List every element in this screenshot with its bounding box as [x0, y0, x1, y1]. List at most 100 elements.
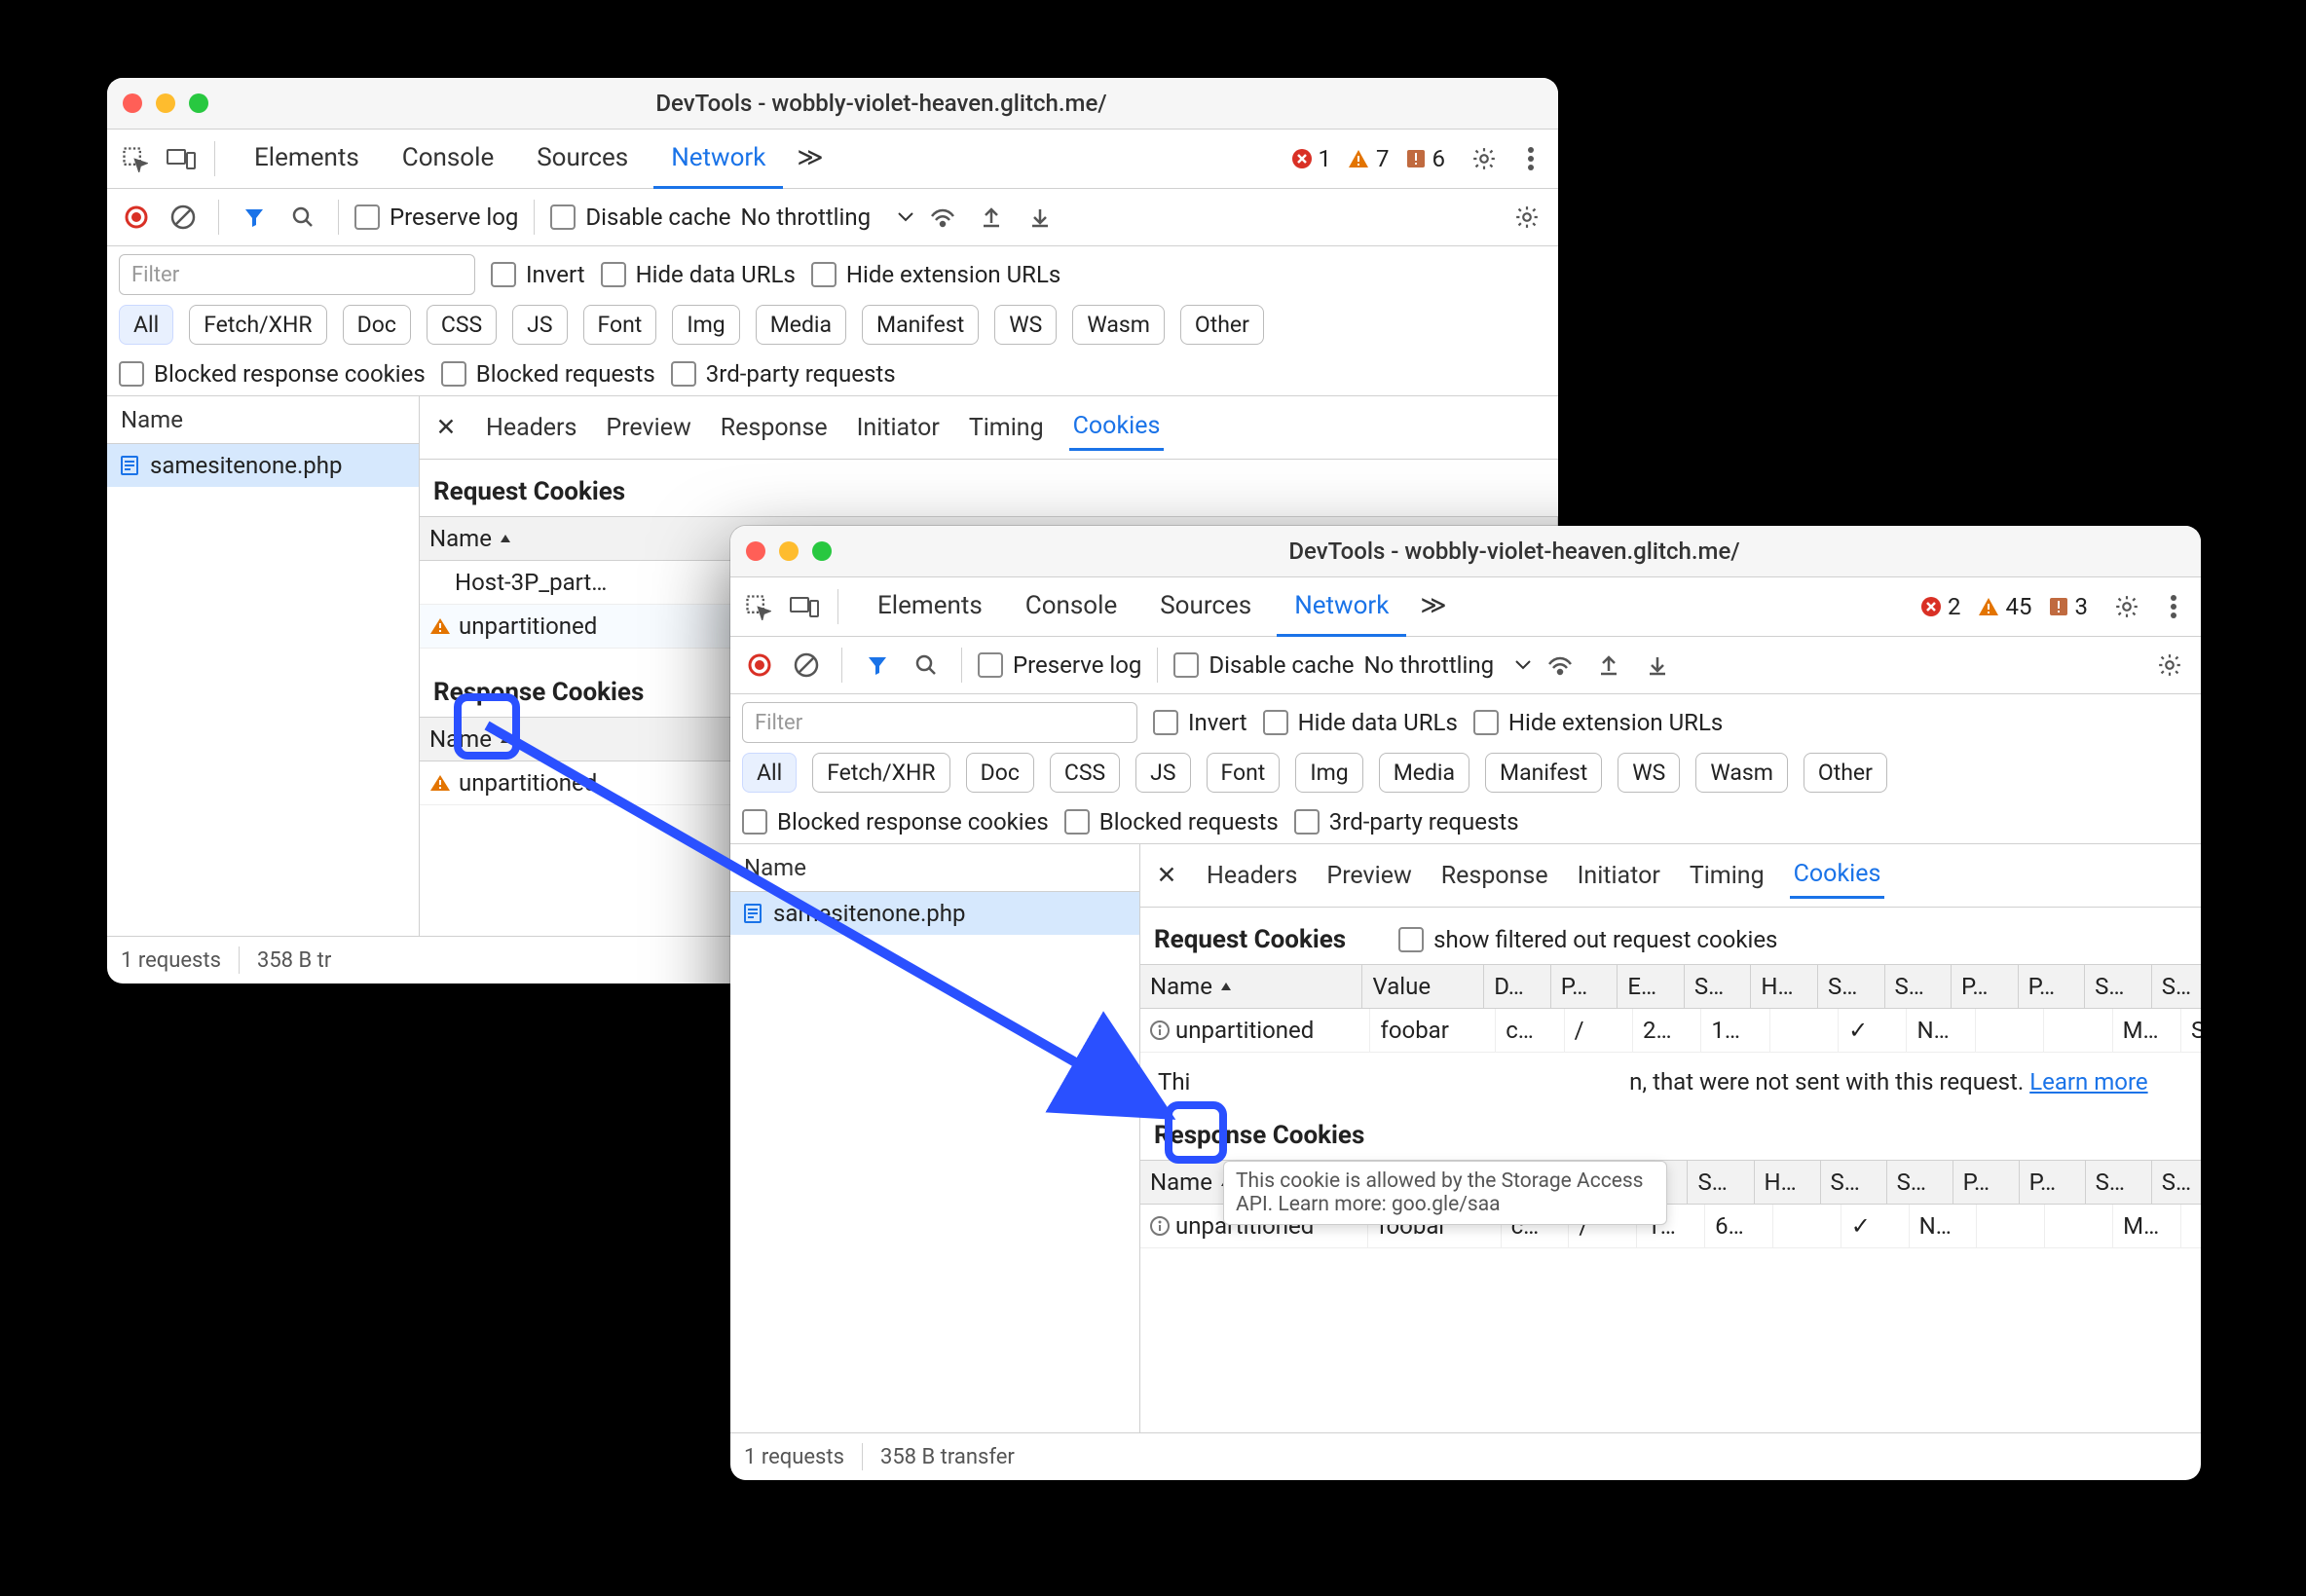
blocked-cookies-checkbox[interactable]: Blocked response cookies	[119, 360, 426, 388]
download-icon[interactable]	[1638, 646, 1677, 685]
type-manifest[interactable]: Manifest	[862, 305, 979, 345]
titlebar[interactable]: DevTools - wobbly-violet-heaven.glitch.m…	[107, 78, 1558, 130]
close-icon[interactable]: ✕	[1152, 861, 1181, 890]
kebab-icon[interactable]	[2154, 587, 2193, 626]
minimize-dot[interactable]	[156, 93, 175, 113]
subtab-headers[interactable]: Headers	[482, 406, 580, 450]
type-wasm[interactable]: Wasm	[1072, 305, 1165, 345]
throttling-select[interactable]: No throttling	[1364, 651, 1531, 679]
request-row[interactable]: samesitenone.php	[730, 892, 1139, 935]
tab-sources[interactable]: Sources	[1142, 577, 1269, 637]
third-party-checkbox[interactable]: 3rd-party requests	[671, 360, 896, 388]
download-icon[interactable]	[1021, 198, 1060, 237]
type-js[interactable]: JS	[1135, 753, 1190, 793]
col-e[interactable]: E…	[1618, 965, 1685, 1008]
subtab-timing[interactable]: Timing	[1686, 854, 1768, 898]
filter-funnel-icon[interactable]	[858, 646, 897, 685]
status-badges[interactable]: 2 45 3	[1920, 593, 2088, 620]
type-other[interactable]: Other	[1804, 753, 1887, 793]
blocked-cookies-checkbox[interactable]: Blocked response cookies	[742, 808, 1049, 835]
blocked-requests-checkbox[interactable]: Blocked requests	[441, 360, 655, 388]
col-s3[interactable]: S…	[1887, 1161, 1953, 1204]
learn-more-link[interactable]: Learn more	[2029, 1068, 2147, 1095]
col-s2[interactable]: S…	[1818, 965, 1885, 1008]
subtab-preview[interactable]: Preview	[1322, 854, 1415, 898]
inspect-icon[interactable]	[115, 139, 154, 178]
clear-icon[interactable]	[164, 198, 203, 237]
col-s3[interactable]: S…	[1885, 965, 1953, 1008]
disable-cache-checkbox[interactable]: Disable cache	[550, 204, 730, 231]
col-h[interactable]: H…	[1751, 965, 1818, 1008]
close-dot[interactable]	[123, 93, 142, 113]
tab-elements[interactable]: Elements	[237, 130, 377, 189]
hide-ext-urls-checkbox[interactable]: Hide extension URLs	[1473, 709, 1723, 736]
zoom-dot[interactable]	[189, 93, 208, 113]
type-media[interactable]: Media	[756, 305, 846, 345]
settings-icon[interactable]	[2107, 587, 2146, 626]
col-d[interactable]: D…	[1484, 965, 1551, 1008]
clear-icon[interactable]	[787, 646, 826, 685]
type-css[interactable]: CSS	[1050, 753, 1120, 793]
network-conditions-icon[interactable]	[923, 198, 962, 237]
issues-badge[interactable]: 3	[2048, 593, 2089, 620]
col-s[interactable]: S…	[1688, 1161, 1754, 1204]
type-doc[interactable]: Doc	[966, 753, 1034, 793]
disable-cache-checkbox[interactable]: Disable cache	[1173, 651, 1354, 679]
subtab-response[interactable]: Response	[717, 406, 832, 450]
col-p[interactable]: P…	[1551, 965, 1618, 1008]
col-value[interactable]: Value	[1362, 965, 1484, 1008]
settings-icon[interactable]	[1465, 139, 1504, 178]
type-img[interactable]: Img	[672, 305, 739, 345]
hide-data-urls-checkbox[interactable]: Hide data URLs	[601, 261, 796, 288]
col-name[interactable]: Name	[1140, 965, 1362, 1008]
type-ws[interactable]: WS	[994, 305, 1057, 345]
type-css[interactable]: CSS	[427, 305, 497, 345]
col-h[interactable]: H…	[1755, 1161, 1821, 1204]
type-js[interactable]: JS	[512, 305, 567, 345]
name-column-header[interactable]: Name	[107, 396, 419, 444]
subtab-cookies[interactable]: Cookies	[1069, 404, 1165, 451]
col-p3[interactable]: P…	[2020, 1161, 2086, 1204]
search-icon[interactable]	[283, 198, 322, 237]
type-all[interactable]: All	[742, 753, 797, 793]
record-icon[interactable]	[119, 200, 154, 235]
issues-badge[interactable]: 6	[1405, 145, 1446, 172]
invert-checkbox[interactable]: Invert	[1153, 709, 1247, 736]
zoom-dot[interactable]	[812, 541, 832, 561]
type-manifest[interactable]: Manifest	[1485, 753, 1602, 793]
type-img[interactable]: Img	[1295, 753, 1362, 793]
tab-network[interactable]: Network	[1277, 577, 1406, 637]
col-s5[interactable]: S…	[2152, 965, 2201, 1008]
type-font[interactable]: Font	[1207, 753, 1281, 793]
request-row[interactable]: samesitenone.php	[107, 444, 419, 487]
minimize-dot[interactable]	[779, 541, 799, 561]
type-fetchxhr[interactable]: Fetch/XHR	[189, 305, 326, 345]
hide-ext-urls-checkbox[interactable]: Hide extension URLs	[811, 261, 1060, 288]
gear-icon[interactable]	[1507, 198, 1546, 237]
tab-console[interactable]: Console	[1008, 577, 1134, 637]
blocked-requests-checkbox[interactable]: Blocked requests	[1064, 808, 1279, 835]
errors-badge[interactable]: 1	[1291, 145, 1332, 172]
status-badges[interactable]: 1 7 6	[1291, 145, 1446, 172]
col-p2[interactable]: P…	[1953, 1161, 2020, 1204]
tab-console[interactable]: Console	[385, 130, 511, 189]
upload-icon[interactable]	[1589, 646, 1628, 685]
filter-input[interactable]: Filter	[742, 702, 1137, 743]
type-all[interactable]: All	[119, 305, 173, 345]
col-p2[interactable]: P…	[1952, 965, 2019, 1008]
col-p3[interactable]: P…	[2019, 965, 2086, 1008]
type-fetchxhr[interactable]: Fetch/XHR	[812, 753, 949, 793]
preserve-log-checkbox[interactable]: Preserve log	[354, 204, 518, 231]
kebab-icon[interactable]	[1511, 139, 1550, 178]
col-s2[interactable]: S…	[1821, 1161, 1887, 1204]
subtab-headers[interactable]: Headers	[1203, 854, 1301, 898]
subtab-response[interactable]: Response	[1437, 854, 1552, 898]
col-s4[interactable]: S…	[2085, 965, 2152, 1008]
titlebar[interactable]: DevTools - wobbly-violet-heaven.glitch.m…	[730, 526, 2201, 577]
device-icon[interactable]	[162, 139, 201, 178]
network-conditions-icon[interactable]	[1541, 646, 1580, 685]
upload-icon[interactable]	[972, 198, 1011, 237]
tab-more[interactable]: ≫	[791, 130, 829, 189]
col-s5[interactable]: S…	[2152, 1161, 2201, 1204]
invert-checkbox[interactable]: Invert	[491, 261, 585, 288]
